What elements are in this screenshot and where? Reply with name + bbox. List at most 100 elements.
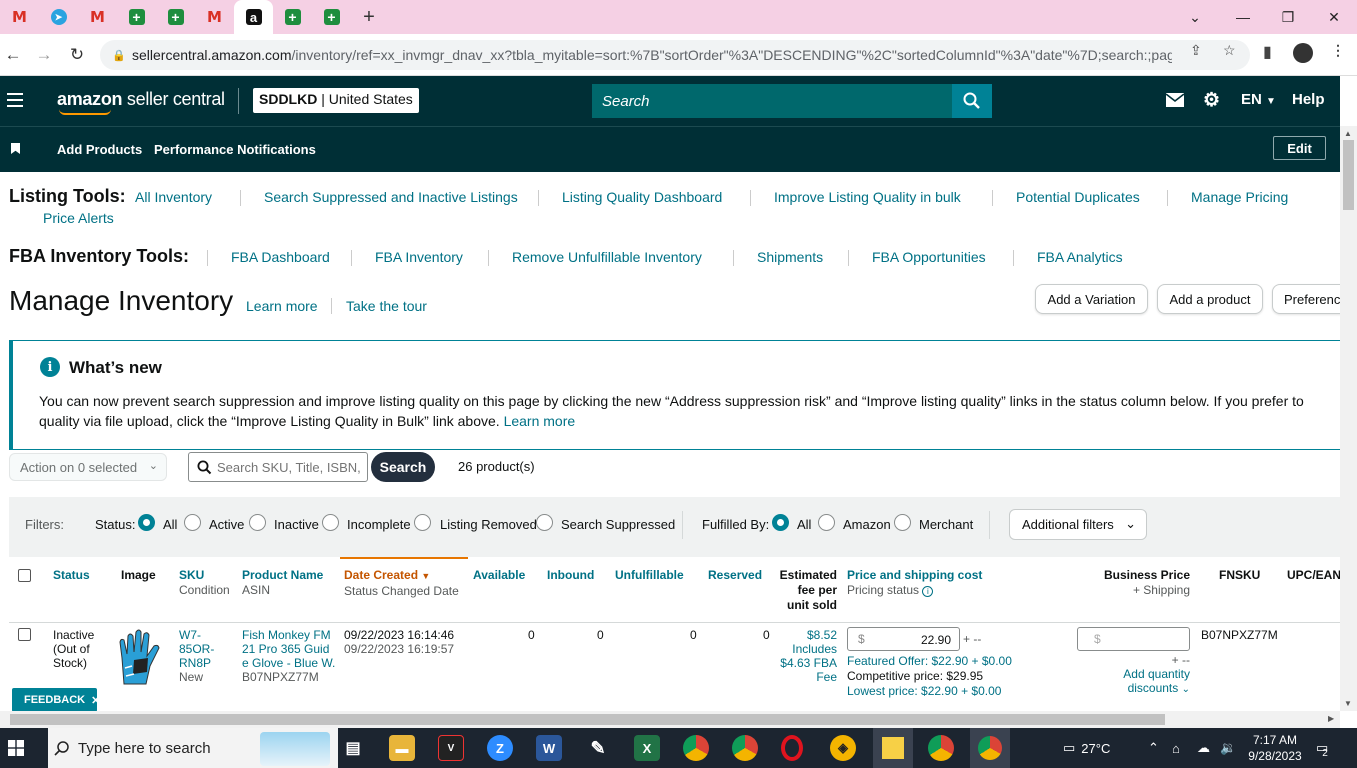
app-icon-generic[interactable]: ✎ [585, 735, 611, 761]
tray-network-icon[interactable]: ⌂ [1172, 728, 1180, 768]
clock[interactable]: 7:17 AM 9/28/2023 [1243, 728, 1307, 768]
horizontal-scroll-thumb[interactable] [10, 714, 1165, 725]
link-manage-pricing[interactable]: Manage Pricing [1191, 189, 1288, 205]
address-bar[interactable]: 🔒 sellercentral.amazon.com/inventory/ref… [100, 40, 1250, 70]
col-unfulfillable[interactable]: Unfulfillable [615, 568, 684, 583]
settings-gear-icon[interactable]: ⚙ [1203, 89, 1220, 112]
vertical-scrollbar[interactable] [1340, 126, 1357, 711]
info-icon[interactable]: i [922, 586, 934, 597]
task-view-icon[interactable]: ▤ [340, 735, 366, 761]
row-business-price-input[interactable]: $ [1077, 627, 1190, 651]
opera-icon[interactable] [781, 735, 803, 761]
zoom-icon[interactable]: Z [487, 735, 513, 761]
link-fba-analytics[interactable]: FBA Analytics [1037, 249, 1123, 265]
status-option-search-suppressed[interactable]: Search Suppressed [561, 517, 675, 532]
tab-search-chevron-icon[interactable]: ⌄ [1172, 0, 1218, 34]
tab-sheets-3[interactable]: + [273, 0, 312, 34]
taskbar-search[interactable]: Type here to search [48, 728, 338, 768]
row-product-name-line3[interactable]: e Glove - Blue W. [242, 656, 337, 670]
bookmark-star-icon[interactable]: ☆ [1223, 42, 1236, 59]
whats-new-learn-more-link[interactable]: Learn more [504, 413, 576, 429]
bookmark-icon[interactable] [11, 143, 20, 154]
header-search-input[interactable] [592, 84, 952, 118]
col-price[interactable]: Price and shipping cost Pricing status i [847, 568, 982, 598]
row-fee[interactable]: $8.52 Includes $4.63 FBA Fee [776, 628, 837, 684]
status-radio-listing-removed[interactable] [414, 514, 431, 531]
restore-icon[interactable]: ❐ [1265, 0, 1311, 34]
notification-center-icon[interactable]: ▭ 2 [1316, 728, 1328, 768]
status-radio-inactive[interactable] [249, 514, 266, 531]
scroll-right-icon[interactable]: ▶ [1328, 714, 1334, 723]
nav-add-products[interactable]: Add Products [57, 142, 142, 157]
fulfilled-option-merchant[interactable]: Merchant [919, 517, 973, 532]
new-tab-button[interactable]: + [351, 6, 387, 29]
mail-icon[interactable] [1165, 92, 1185, 112]
col-sku[interactable]: SKU Condition [179, 568, 230, 598]
additional-filters-button[interactable]: Additional filters ⌄ [1009, 509, 1147, 540]
close-window-icon[interactable]: ✕ [1311, 0, 1357, 34]
file-explorer-icon[interactable]: ▬ [389, 735, 415, 761]
word-icon[interactable]: W [536, 735, 562, 761]
help-link[interactable]: Help [1292, 91, 1325, 108]
tray-chevron-up-icon[interactable]: ⌃ [1148, 728, 1159, 768]
col-product-name[interactable]: Product Name ASIN [242, 568, 323, 598]
link-fba-inventory[interactable]: FBA Inventory [375, 249, 463, 265]
learn-more-link[interactable]: Learn more [246, 298, 318, 314]
scroll-down-icon[interactable]: ▼ [1344, 699, 1352, 708]
fulfilled-radio-amazon[interactable] [818, 514, 835, 531]
share-icon[interactable]: ⇪ [1190, 42, 1202, 59]
link-all-inventory[interactable]: All Inventory [135, 189, 212, 205]
row-checkbox[interactable] [18, 628, 31, 641]
link-improve-listing-quality[interactable]: Improve Listing Quality in bulk [774, 189, 961, 205]
link-potential-duplicates[interactable]: Potential Duplicates [1016, 189, 1140, 205]
fulfilled-radio-merchant[interactable] [894, 514, 911, 531]
browser-menu-icon[interactable]: ⋮ [1331, 42, 1345, 59]
tab-telegram[interactable]: ➤ [39, 0, 78, 34]
close-icon[interactable]: ✕ [91, 694, 100, 707]
amazon-seller-central-logo[interactable]: amazon seller central [57, 89, 225, 115]
tab-sheets-4[interactable]: + [312, 0, 351, 34]
back-arrow-icon[interactable]: ← [0, 42, 26, 68]
link-listing-quality-dashboard[interactable]: Listing Quality Dashboard [562, 189, 722, 205]
inventory-search-button[interactable]: Search [371, 452, 435, 482]
tab-sheets-2[interactable]: + [156, 0, 195, 34]
bulk-action-select[interactable]: Action on 0 selected ⌄ [9, 453, 167, 481]
tray-volume-icon[interactable]: 🔉 [1220, 728, 1236, 768]
row-product-name-line1[interactable]: Fish Monkey FM [242, 628, 337, 642]
link-fba-opportunities[interactable]: FBA Opportunities [872, 249, 986, 265]
add-variation-button[interactable]: Add a Variation [1035, 284, 1148, 314]
chrome-active-icon[interactable] [970, 728, 1010, 768]
language-selector[interactable]: EN ▼ [1241, 91, 1276, 108]
row-lowest-price[interactable]: Lowest price: $22.90 + $0.00 [847, 684, 1012, 699]
status-option-inactive[interactable]: Inactive [274, 517, 319, 532]
col-status[interactable]: Status [53, 568, 90, 583]
tab-gmail-2[interactable]: M [78, 0, 117, 34]
sidebar-icon[interactable]: ▮ [1263, 42, 1272, 62]
link-price-alerts[interactable]: Price Alerts [43, 210, 114, 226]
store-selector[interactable]: SDDLKD | United States [253, 88, 419, 113]
vertical-scroll-thumb[interactable] [1343, 140, 1354, 210]
chrome-icon[interactable] [732, 735, 758, 761]
take-tour-link[interactable]: Take the tour [346, 298, 427, 314]
app-icon-v[interactable]: V [438, 735, 464, 761]
fulfilled-option-amazon[interactable]: Amazon [843, 517, 891, 532]
col-inbound[interactable]: Inbound [547, 568, 594, 583]
status-option-active[interactable]: Active [209, 517, 244, 532]
select-all-checkbox[interactable] [18, 569, 31, 582]
tab-gmail-1[interactable]: M [0, 0, 39, 34]
sticky-notes-icon[interactable] [873, 728, 913, 768]
forward-arrow-icon[interactable]: → [31, 42, 57, 68]
link-search-suppressed[interactable]: Search Suppressed and Inactive Listings [264, 189, 518, 205]
hamburger-menu-icon[interactable] [7, 93, 23, 107]
tray-cloud-icon[interactable]: ☁ [1197, 728, 1210, 768]
reload-icon[interactable]: ↻ [64, 42, 90, 68]
status-option-listing-removed[interactable]: Listing Removed [440, 517, 537, 532]
status-radio-active[interactable] [184, 514, 201, 531]
tab-sheets-1[interactable]: + [117, 0, 156, 34]
inventory-search-input[interactable] [217, 458, 362, 476]
col-available[interactable]: Available [473, 568, 525, 583]
col-date-created[interactable]: Date Created ▼ Status Changed Date [344, 568, 459, 599]
fulfilled-option-all[interactable]: All [797, 517, 811, 532]
row-price-input[interactable]: $ 22.90 [847, 627, 960, 651]
add-quantity-discounts-link[interactable]: Add quantity discounts ⌄ [1100, 667, 1190, 697]
